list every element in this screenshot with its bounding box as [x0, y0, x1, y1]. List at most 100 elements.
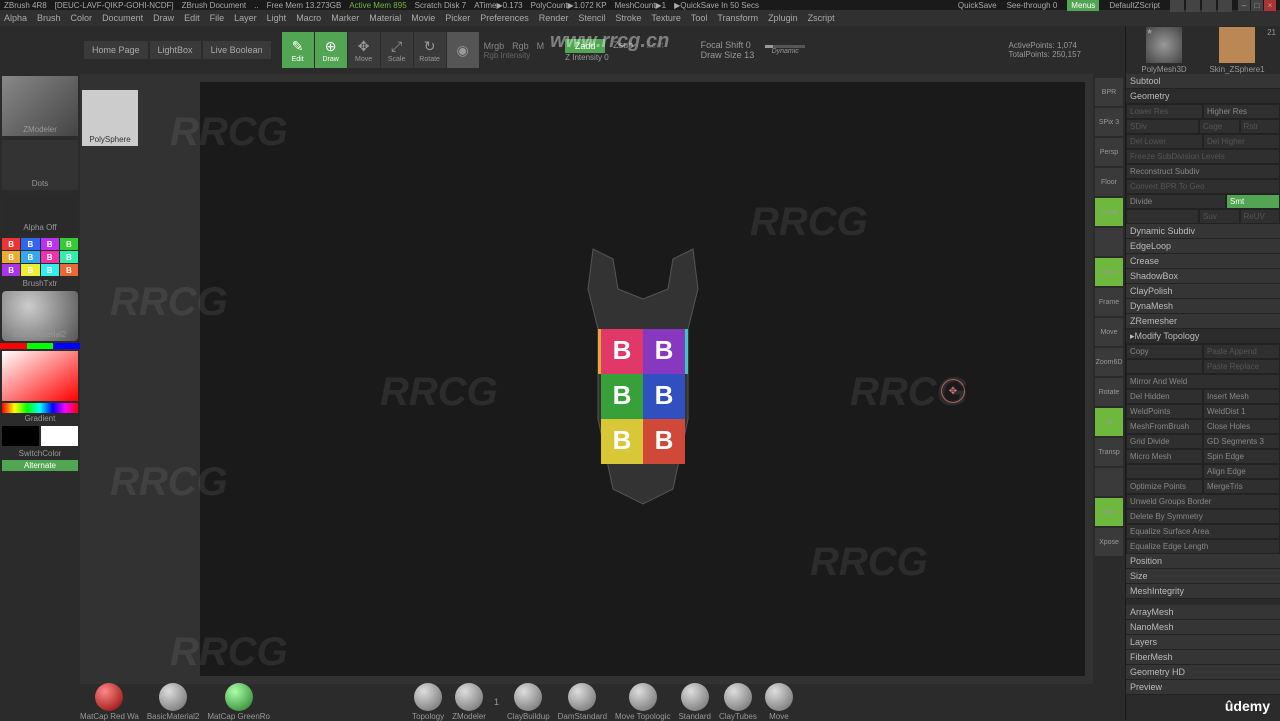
modify-topology[interactable]: ▸ Modify Topology [1126, 329, 1280, 344]
close-icon[interactable]: × [1264, 0, 1276, 11]
menu-preferences[interactable]: Preferences [480, 13, 529, 23]
bpr-button[interactable]: BPR [1095, 78, 1123, 106]
zoom-button[interactable]: Zoom6D [1095, 348, 1123, 376]
rstr[interactable]: Rstr [1240, 119, 1280, 134]
alternate-button[interactable]: Alternate [2, 460, 78, 471]
del-lower[interactable]: Del Lower [1126, 134, 1203, 149]
qxyz-button[interactable]: Qxyz [1095, 258, 1123, 286]
menu-layer[interactable]: Layer [234, 13, 257, 23]
menu-edit[interactable]: Edit [184, 13, 200, 23]
menu-file[interactable]: File [210, 13, 225, 23]
brush-movetopo[interactable]: Move Topologic [615, 683, 670, 721]
micro-mesh[interactable]: Micro Mesh [1126, 449, 1203, 464]
menu-zplugin[interactable]: Zplugin [768, 13, 798, 23]
weld-points[interactable]: WeldPoints [1126, 404, 1203, 419]
cage[interactable]: Cage [1199, 119, 1240, 134]
higher-res[interactable]: Higher Res [1203, 104, 1280, 119]
menu-picker[interactable]: Picker [445, 13, 470, 23]
maximize-icon[interactable]: □ [1251, 0, 1263, 11]
scale-mode[interactable]: ⤢Scale [381, 32, 413, 68]
reuv[interactable]: ReUV [1240, 209, 1280, 224]
equalize-surface[interactable]: Equalize Surface Area [1126, 524, 1280, 539]
quicksave-button[interactable]: QuickSave [958, 1, 997, 10]
menu-light[interactable]: Light [267, 13, 287, 23]
subtool-section[interactable]: Subtool [1126, 74, 1280, 89]
shadowbox[interactable]: ShadowBox [1126, 269, 1280, 284]
edgeloop[interactable]: EdgeLoop [1126, 239, 1280, 254]
basic-material[interactable]: BasicMaterial2 [2, 291, 78, 341]
mesh-integrity[interactable]: MeshIntegrity [1126, 584, 1280, 599]
transp-button[interactable]: Transp [1095, 438, 1123, 466]
zremesher[interactable]: ZRemesher [1126, 314, 1280, 329]
menu-texture[interactable]: Texture [651, 13, 681, 23]
divide[interactable]: Divide [1126, 194, 1226, 209]
hue-slider[interactable] [2, 403, 78, 413]
brush-zmodeler[interactable]: ZModeler [452, 683, 486, 721]
delete-by-symmetry[interactable]: Delete By Symmetry [1126, 509, 1280, 524]
weld-dist[interactable]: WeldDist 1 [1203, 404, 1280, 419]
menu-tool[interactable]: Tool [691, 13, 708, 23]
brush-standard[interactable]: Standard [678, 683, 710, 721]
freeze-subdiv[interactable]: Freeze SubDivision Levels [1126, 149, 1280, 164]
align-edge[interactable]: Align Edge [1203, 464, 1280, 479]
menu-brush[interactable]: Brush [37, 13, 61, 23]
mirror-weld[interactable]: Mirror And Weld [1126, 374, 1280, 389]
layers[interactable]: Layers [1126, 635, 1280, 650]
rotate-view-button[interactable]: Rotate [1095, 378, 1123, 406]
brush-topology[interactable]: Topology [412, 683, 444, 721]
crease[interactable]: Crease [1126, 254, 1280, 269]
minimize-icon[interactable]: – [1238, 0, 1250, 11]
menu-stroke[interactable]: Stroke [615, 13, 641, 23]
brush-move[interactable]: Move [765, 683, 793, 721]
insert-mesh[interactable]: Insert Mesh [1203, 389, 1280, 404]
geometry-hd[interactable]: Geometry HD [1126, 665, 1280, 680]
toolbar-icon-2[interactable] [1186, 0, 1200, 12]
xpose-button[interactable]: Xpose [1095, 528, 1123, 556]
edit-mode[interactable]: ✎Edit [282, 32, 314, 68]
focal-shift[interactable]: Focal Shift 0 [701, 40, 755, 50]
grid-button[interactable]: ⊞ [1095, 408, 1123, 436]
ghost-button[interactable] [1095, 468, 1123, 496]
optimize-points[interactable]: Optimize Points [1126, 479, 1203, 494]
claypolish[interactable]: ClayPolish [1126, 284, 1280, 299]
see-through[interactable]: See-through 0 [1007, 1, 1058, 10]
menu-zscript[interactable]: Zscript [808, 13, 835, 23]
axis-button[interactable] [1095, 228, 1123, 256]
lower-res[interactable]: Lower Res [1126, 104, 1203, 119]
m-button[interactable]: M [537, 41, 545, 51]
merge-tris[interactable]: MergeTris [1203, 479, 1280, 494]
menu-stencil[interactable]: Stencil [578, 13, 605, 23]
grid-divide[interactable]: Grid Divide [1126, 434, 1203, 449]
menu-document[interactable]: Document [102, 13, 143, 23]
floor-button[interactable]: Floor [1095, 168, 1123, 196]
move-view-button[interactable]: Move [1095, 318, 1123, 346]
lightbox-button[interactable]: LightBox [150, 41, 201, 59]
skin-zsphere-tool[interactable]: Skin_ZSphere1 [1209, 27, 1264, 74]
brush-texture-grid[interactable]: BBBB BBBB BBBB [2, 238, 78, 276]
persp-button[interactable]: Persp [1095, 138, 1123, 166]
toolbar-icon-4[interactable] [1218, 0, 1232, 12]
close-holes[interactable]: Close Holes [1203, 419, 1280, 434]
suv[interactable]: Suv [1199, 209, 1240, 224]
dynamesh[interactable]: DynaMesh [1126, 299, 1280, 314]
toolbar-icon-3[interactable] [1202, 0, 1216, 12]
copy[interactable]: Copy [1126, 344, 1203, 359]
menu-alpha[interactable]: Alpha [4, 13, 27, 23]
basic-material-brush[interactable]: BasicMaterial2 [147, 683, 199, 721]
sdiv[interactable]: SDiv [1126, 119, 1199, 134]
position[interactable]: Position [1126, 554, 1280, 569]
rgb-button[interactable]: Rgb [512, 41, 529, 51]
brush-damstandard[interactable]: DamStandard [558, 683, 607, 721]
move-mode[interactable]: ✥Move [348, 32, 380, 68]
paste-replace[interactable]: Paste Replace [1203, 359, 1280, 374]
gd-segments[interactable]: GD Segments 3 [1203, 434, 1280, 449]
color-picker[interactable] [2, 351, 78, 401]
reconstruct-subdiv[interactable]: Reconstruct Subdiv [1126, 164, 1280, 179]
z-intensity[interactable]: Z Intensity 0 [565, 53, 670, 62]
geometry-section[interactable]: Geometry [1126, 89, 1280, 104]
alpha-off[interactable]: Alpha Off [2, 194, 78, 234]
menu-macro[interactable]: Macro [296, 13, 321, 23]
matcap-red[interactable]: MatCap Red Wa [80, 683, 139, 721]
switch-color-row[interactable] [2, 426, 78, 446]
paste-append[interactable]: Paste Append [1203, 344, 1280, 359]
